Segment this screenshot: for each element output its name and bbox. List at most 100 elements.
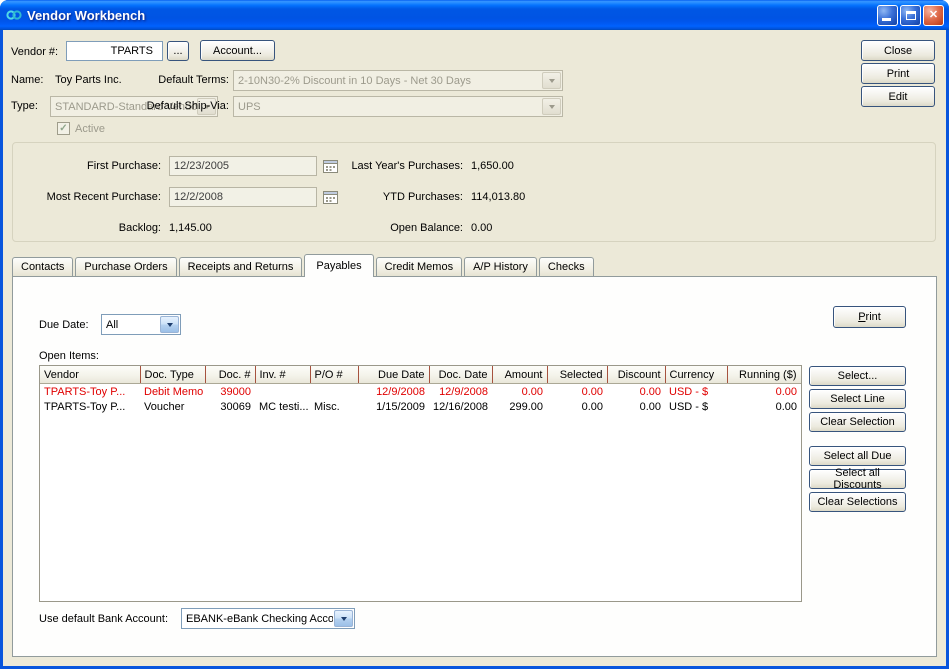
clear-selection-button[interactable]: Clear Selection bbox=[809, 412, 906, 432]
clear-selections-button[interactable]: Clear Selections bbox=[809, 492, 906, 512]
default-terms-label: Default Terms: bbox=[111, 74, 229, 86]
app-icon bbox=[6, 7, 22, 23]
select-all-discounts-button[interactable]: Select all Discounts bbox=[809, 469, 906, 489]
select-line-button[interactable]: Select Line bbox=[809, 389, 906, 409]
backlog-label: Backlog: bbox=[19, 222, 161, 234]
cell-running: 0.00 bbox=[727, 399, 801, 414]
chevron-down-icon bbox=[334, 610, 353, 627]
cell-doc-type: Debit Memo bbox=[140, 384, 205, 400]
tab-bar: Contacts Purchase Orders Receipts and Re… bbox=[12, 253, 596, 276]
edit-button[interactable]: Edit bbox=[861, 86, 935, 107]
column-header-discount[interactable]: Discount bbox=[607, 366, 665, 384]
cell-currency: USD - $ bbox=[665, 399, 727, 414]
cell-selected: 0.00 bbox=[547, 384, 607, 400]
minimize-button[interactable] bbox=[877, 5, 898, 26]
backlog-value: 1,145.00 bbox=[169, 222, 212, 234]
close-button[interactable]: Close bbox=[861, 40, 935, 61]
tab-checks[interactable]: Checks bbox=[539, 257, 594, 276]
last-year-purchases-value: 1,650.00 bbox=[471, 160, 514, 172]
column-header-doc-date[interactable]: Doc. Date bbox=[429, 366, 492, 384]
maximize-button[interactable] bbox=[900, 5, 921, 26]
ship-via-label: Default Ship-Via: bbox=[111, 100, 229, 112]
cell-amount: 0.00 bbox=[492, 384, 547, 400]
first-purchase-label: First Purchase: bbox=[19, 160, 161, 172]
column-header-currency[interactable]: Currency bbox=[665, 366, 727, 384]
column-header-po-number[interactable]: P/O # bbox=[310, 366, 358, 384]
column-header-vendor[interactable]: Vendor bbox=[40, 366, 140, 384]
cell-discount: 0.00 bbox=[607, 384, 665, 400]
due-date-label: Due Date: bbox=[39, 319, 89, 331]
table-row[interactable]: TPARTS-Toy P... Debit Memo 39000 12/9/20… bbox=[40, 384, 801, 400]
maximize-icon bbox=[906, 11, 916, 20]
payables-panel: Due Date: All Print Open Items: bbox=[12, 276, 937, 657]
purchase-summary-group: First Purchase: Last Year's Purchases: 1… bbox=[12, 142, 936, 242]
column-header-selected[interactable]: Selected bbox=[547, 366, 607, 384]
ship-via-select: UPS bbox=[233, 96, 563, 117]
due-date-select[interactable]: All bbox=[101, 314, 181, 335]
type-label: Type: bbox=[11, 100, 38, 112]
vendor-lookup-button[interactable]: ... bbox=[167, 41, 189, 61]
cell-due-date: 1/15/2009 bbox=[358, 399, 429, 414]
tab-receipts-and-returns[interactable]: Receipts and Returns bbox=[179, 257, 303, 276]
name-label: Name: bbox=[11, 74, 43, 86]
open-balance-value: 0.00 bbox=[471, 222, 492, 234]
select-all-due-button[interactable]: Select all Due bbox=[809, 446, 906, 466]
print-payables-button[interactable]: Print bbox=[833, 306, 906, 328]
cell-inv-number: MC testi... bbox=[255, 399, 310, 414]
active-checkbox: ✓ bbox=[57, 122, 70, 135]
chevron-down-icon bbox=[160, 316, 179, 333]
cell-doc-number: 30069 bbox=[205, 399, 255, 414]
cell-po-number: Misc. bbox=[310, 399, 358, 414]
first-purchase-input bbox=[169, 156, 317, 176]
ytd-purchases-value: 114,013.80 bbox=[471, 191, 525, 203]
cell-doc-date: 12/9/2008 bbox=[429, 384, 492, 400]
vendor-number-input[interactable] bbox=[66, 41, 163, 61]
tab-ap-history[interactable]: A/P History bbox=[464, 257, 537, 276]
client-area: Vendor #: ... Account... Close Print Edi… bbox=[3, 30, 946, 666]
vendor-workbench-window: Vendor Workbench ✕ Vendor #: ... Account… bbox=[0, 0, 949, 669]
open-items-table: Vendor Doc. Type Doc. # Inv. # P/O # Due… bbox=[40, 366, 802, 414]
cell-doc-type: Voucher bbox=[140, 399, 205, 414]
bank-account-value: EBANK-eBank Checking Account bbox=[182, 609, 333, 628]
column-header-running[interactable]: Running ($) bbox=[727, 366, 801, 384]
open-balance-label: Open Balance: bbox=[303, 222, 463, 234]
ytd-purchases-label: YTD Purchases: bbox=[303, 191, 463, 203]
chevron-down-icon bbox=[542, 72, 561, 89]
chevron-down-icon bbox=[542, 98, 561, 115]
titlebar[interactable]: Vendor Workbench ✕ bbox=[0, 0, 949, 30]
column-header-due-date[interactable]: Due Date bbox=[358, 366, 429, 384]
cell-running: 0.00 bbox=[727, 384, 801, 400]
select-button[interactable]: Select... bbox=[809, 366, 906, 386]
ship-via-value: UPS bbox=[234, 97, 541, 116]
table-row[interactable]: TPARTS-Toy P... Voucher 30069 MC testi..… bbox=[40, 399, 801, 414]
vendor-number-label: Vendor #: bbox=[11, 46, 58, 58]
column-header-inv-number[interactable]: Inv. # bbox=[255, 366, 310, 384]
print-button[interactable]: Print bbox=[861, 63, 935, 84]
open-items-table-container: Vendor Doc. Type Doc. # Inv. # P/O # Due… bbox=[39, 365, 802, 602]
cell-selected: 0.00 bbox=[547, 399, 607, 414]
cell-discount: 0.00 bbox=[607, 399, 665, 414]
last-year-purchases-label: Last Year's Purchases: bbox=[303, 160, 463, 172]
active-label: Active bbox=[75, 123, 105, 135]
cell-doc-number: 39000 bbox=[205, 384, 255, 400]
cell-due-date: 12/9/2008 bbox=[358, 384, 429, 400]
most-recent-purchase-input bbox=[169, 187, 317, 207]
window-title: Vendor Workbench bbox=[27, 8, 872, 23]
cell-vendor: TPARTS-Toy P... bbox=[40, 384, 140, 400]
account-button[interactable]: Account... bbox=[200, 40, 275, 61]
column-header-doc-number[interactable]: Doc. # bbox=[205, 366, 255, 384]
close-window-button[interactable]: ✕ bbox=[923, 5, 944, 26]
table-header-row: Vendor Doc. Type Doc. # Inv. # P/O # Due… bbox=[40, 366, 801, 384]
column-header-amount[interactable]: Amount bbox=[492, 366, 547, 384]
open-items-label: Open Items: bbox=[39, 350, 99, 362]
tab-payables[interactable]: Payables bbox=[304, 254, 373, 277]
column-header-doc-type[interactable]: Doc. Type bbox=[140, 366, 205, 384]
tab-purchase-orders[interactable]: Purchase Orders bbox=[75, 257, 176, 276]
bank-account-select[interactable]: EBANK-eBank Checking Account bbox=[181, 608, 355, 629]
tab-credit-memos[interactable]: Credit Memos bbox=[376, 257, 462, 276]
cell-currency: USD - $ bbox=[665, 384, 727, 400]
tab-contacts[interactable]: Contacts bbox=[12, 257, 73, 276]
print-payables-label: Print bbox=[858, 311, 881, 323]
cell-vendor: TPARTS-Toy P... bbox=[40, 399, 140, 414]
default-terms-select: 2-10N30-2% Discount in 10 Days - Net 30 … bbox=[233, 70, 563, 91]
